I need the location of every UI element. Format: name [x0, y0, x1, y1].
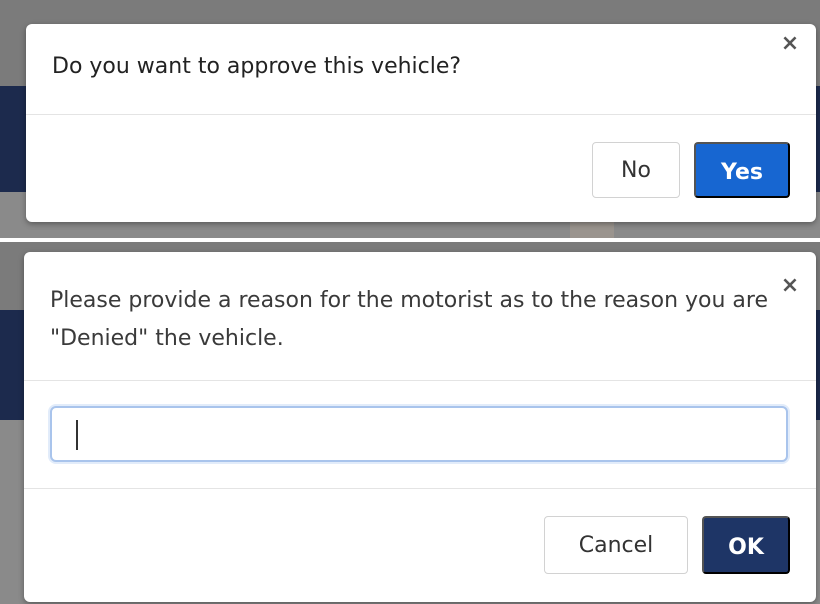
dialog-divider [26, 114, 816, 115]
deny-dialog-title: Please provide a reason for the motorist… [50, 288, 769, 351]
approve-vehicle-dialog: × Do you want to approve this vehicle? N… [26, 24, 816, 222]
text-cursor [76, 420, 78, 450]
yes-button[interactable]: Yes [694, 142, 790, 198]
dialog-divider [24, 488, 816, 489]
reason-input[interactable] [50, 406, 788, 462]
no-button[interactable]: No [592, 142, 680, 198]
deny-reason-dialog: × Please provide a reason for the motori… [24, 252, 816, 602]
ok-button[interactable]: OK [702, 516, 790, 574]
deny-screenshot: × Please provide a reason for the motori… [0, 242, 820, 604]
approve-screenshot: × Do you want to approve this vehicle? N… [0, 0, 820, 238]
close-icon[interactable]: × [778, 274, 802, 298]
approve-dialog-title: Do you want to approve this vehicle? [52, 54, 462, 79]
close-icon[interactable]: × [778, 32, 802, 56]
dialog-divider [24, 380, 816, 381]
cancel-button[interactable]: Cancel [544, 516, 688, 574]
